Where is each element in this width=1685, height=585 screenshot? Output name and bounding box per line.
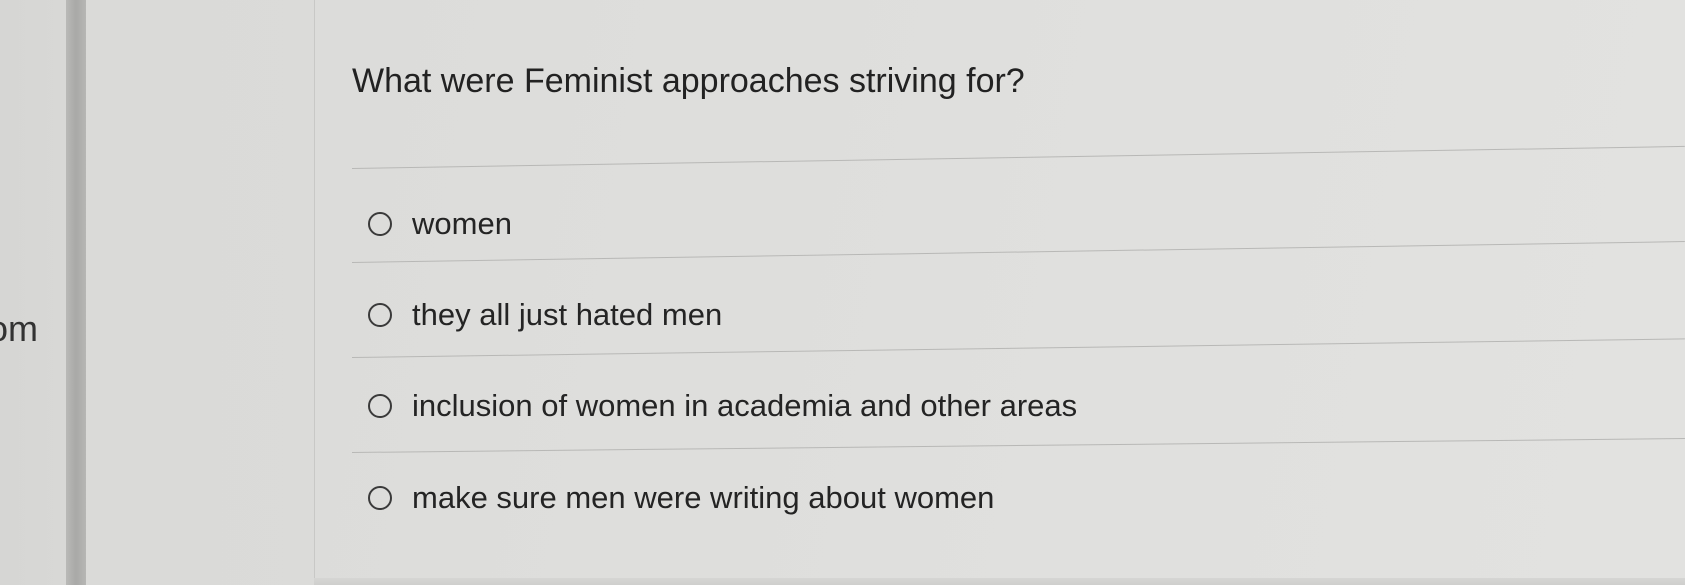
option-label: women [412,206,512,241]
option-label: make sure men were writing about women [412,480,995,515]
panel-scrollbar[interactable] [66,0,86,585]
answer-option-3[interactable]: inclusion of women in academia and other… [368,388,1077,424]
radio-button[interactable] [368,212,392,236]
answer-option-4[interactable]: make sure men were writing about women [368,480,994,516]
card-bottom-edge [314,578,1685,585]
answer-option-2[interactable]: they all just hated men [368,297,722,333]
radio-button[interactable] [368,486,392,510]
option-label: they all just hated men [412,297,723,332]
option-label: inclusion of women in academia and other… [412,388,1078,423]
radio-button[interactable] [368,394,392,418]
question-text: What were Feminist approaches striving f… [352,62,1025,100]
radio-button[interactable] [368,303,392,327]
left-panel: om [0,0,72,585]
answer-option-1[interactable]: women [368,206,512,242]
left-panel-text-fragment: om [0,308,39,349]
